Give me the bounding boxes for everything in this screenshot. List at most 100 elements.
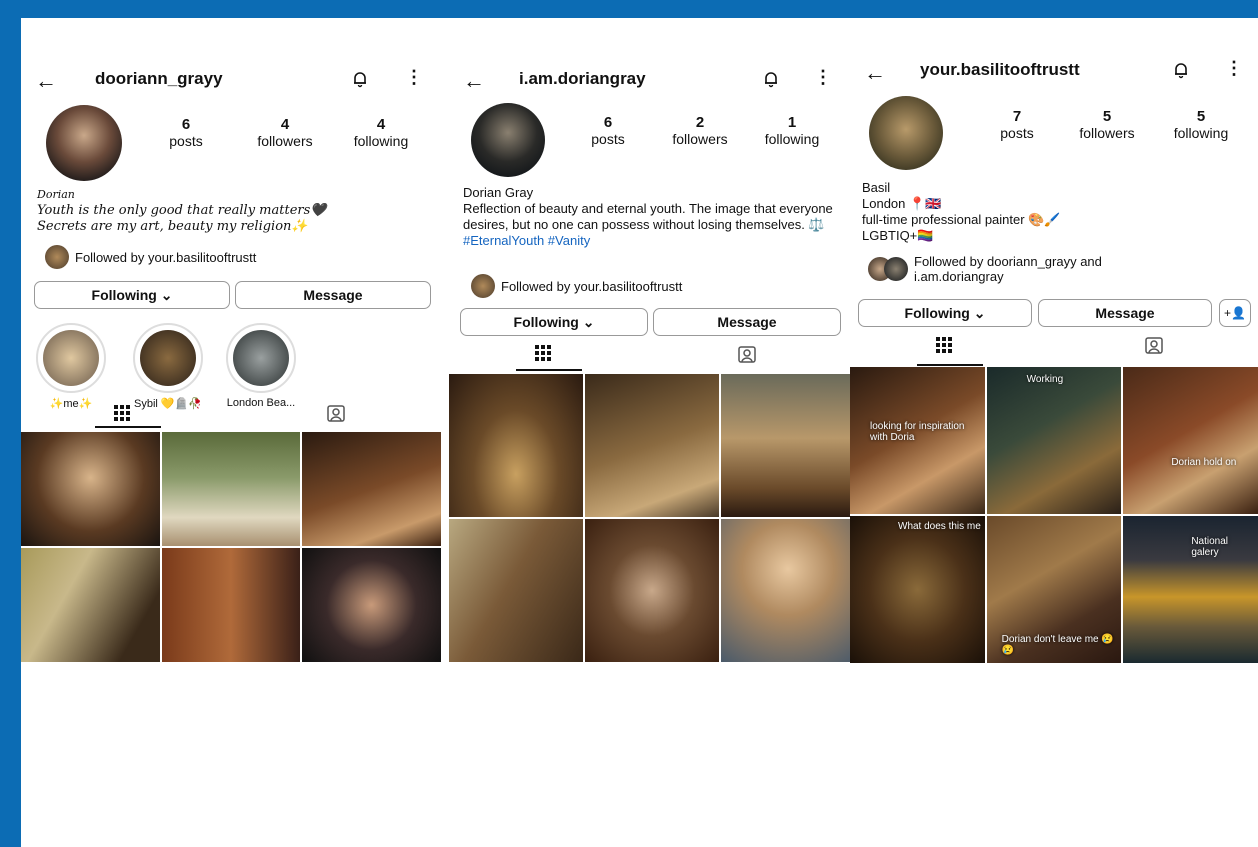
following-stat[interactable]: 5 following [1164,108,1238,141]
post-thumbnail[interactable] [449,519,583,662]
active-tab-indicator [516,369,582,371]
avatar[interactable] [471,103,545,177]
bio-name: Basil [862,180,891,195]
highlight-me[interactable]: ✨me✨ [35,323,107,410]
followed-by-text: Followed by dooriann_grayy and i.am.dori… [914,254,1102,284]
followed-by[interactable]: Followed by your.basilitooftrustt [471,274,682,298]
message-button[interactable]: Message [653,308,841,336]
post-caption: National galery [1191,536,1229,558]
following-button[interactable]: Following ⌄ [34,281,230,309]
bio-name: Dorian Gray [463,185,534,200]
post-caption: looking for inspiration with Doria [870,421,965,443]
profile-panel-i-am-doriangray: ← i.am.doriangray ⋮ 6 posts 2 followers 1f… [449,56,855,666]
profile-username: your.basilitooftrustt [920,60,1080,79]
bio: Basil London 📍🇬🇧 full-time professional … [862,180,1242,244]
tagged-icon[interactable] [326,403,356,423]
post-caption: Dorian don't leave me 😢😢 [1001,634,1114,656]
post-thumbnail[interactable] [302,432,441,546]
back-arrow-icon[interactable]: ← [35,70,57,92]
bio-line: Secrets are my art, beauty my religion✨ [37,219,308,234]
highlight-label: London Bea... [226,397,296,409]
message-button[interactable]: Message [235,281,431,309]
post-thumbnail[interactable] [302,548,441,662]
grid-icon[interactable] [113,404,143,422]
following-stat[interactable]: 1 following [756,114,828,147]
bell-icon[interactable] [762,70,780,88]
profile-username: dooriann_grayy [95,69,223,88]
posts-stat: 7 posts [1000,108,1034,141]
followers-stat[interactable]: 4 followers [249,116,321,149]
tagged-icon[interactable] [737,344,767,364]
followed-by-text: Followed by your.basilitooftrustt [75,249,257,265]
avatar[interactable] [869,96,943,170]
bio-name: Dorian [37,188,75,201]
bio: Dorian Youth is the only good that reall… [37,187,417,235]
mutual-avatar [45,245,69,269]
post-thumbnail[interactable] [21,432,160,546]
following-button[interactable]: Following ⌄ [460,308,648,336]
followers-stat[interactable]: 5 followers [1070,108,1144,141]
following-stat[interactable]: 4 following [346,116,416,149]
bio-text: Reflection of beauty and eternal youth. … [463,201,833,232]
post-thumbnail[interactable]: What does this me [850,516,985,663]
highlight-label: Sybil 💛🪦🥀 [134,398,202,410]
highlight-label: ✨me✨ [49,398,93,410]
post-grid [21,432,441,662]
message-button[interactable]: Message [1038,299,1212,327]
post-thumbnail[interactable]: Dorian don't leave me 😢😢 [986,516,1122,663]
post-thumbnail[interactable] [21,548,160,662]
tagged-icon[interactable] [1144,335,1174,355]
followed-by[interactable]: Followed by your.basilitooftrustt [45,245,256,269]
followed-by[interactable]: Followed by dooriann_grayy and i.am.dori… [868,254,1168,284]
mutual-avatar [471,274,495,298]
profile-username: i.am.doriangray [519,69,646,88]
active-tab-indicator [95,426,161,428]
post-thumbnail[interactable]: Working [986,367,1122,514]
active-tab-indicator [917,364,983,366]
post-grid [449,374,855,662]
bell-icon[interactable] [351,70,369,88]
back-arrow-icon[interactable]: ← [864,62,886,84]
post-thumbnail[interactable]: looking for inspiration with Doria [850,367,985,514]
add-person-button[interactable]: +👤 [1219,299,1251,327]
post-caption: What does this me [898,521,981,532]
collage-sheet: ← dooriann_grayy ⋮ 6 posts 4 followers 4 fo… [21,18,1258,847]
bio-line: London 📍🇬🇧 [862,196,942,211]
post-grid: looking for inspiration with Doria Worki… [850,367,1258,663]
followers-stat[interactable]: 2 followers [664,114,736,147]
post-thumbnail[interactable] [161,432,301,546]
highlight-london[interactable]: London Bea... [215,323,307,409]
posts-stat: 6 posts [591,114,625,147]
bio-line: Youth is the only good that really matte… [37,203,327,218]
mutual-avatar [884,257,908,281]
post-caption: Dorian hold on [1171,457,1237,468]
post-thumbnail[interactable] [449,374,583,517]
highlight-sybil[interactable]: Sybil 💛🪦🥀 [127,323,209,410]
post-caption: Working [1026,374,1064,385]
bell-icon[interactable] [1172,61,1190,79]
more-options-icon[interactable]: ⋮ [1225,59,1243,77]
mutual-avatars [868,257,908,281]
avatar[interactable] [46,105,122,181]
grid-icon[interactable] [534,344,564,362]
more-options-icon[interactable]: ⋮ [814,68,832,86]
grid-icon[interactable] [935,336,965,354]
profile-panel-basil: ← your.basilitooftrustt ⋮ 7 posts 5 follow… [850,48,1258,666]
back-arrow-icon[interactable]: ← [463,70,485,92]
post-thumbnail[interactable] [585,374,719,517]
bio: Dorian Gray Reflection of beauty and ete… [463,185,833,249]
more-options-icon[interactable]: ⋮ [405,68,423,86]
followed-by-text: Followed by your.basilitooftrustt [501,278,683,294]
post-thumbnail[interactable] [161,548,301,662]
bio-line: LGBTIQ+🏳️‍🌈 [862,228,934,243]
post-thumbnail[interactable]: Dorian hold on [1123,367,1258,514]
post-thumbnail[interactable] [585,519,719,662]
posts-stat: 6 posts [169,116,203,149]
post-thumbnail[interactable] [721,374,855,517]
bio-line: full-time professional painter 🎨🖌️ [862,212,1061,227]
post-thumbnail[interactable] [721,519,855,662]
post-thumbnail[interactable]: National galery [1123,516,1258,663]
following-button[interactable]: Following ⌄ [858,299,1032,327]
bio-hashtags[interactable]: #EternalYouth #Vanity [463,233,590,248]
profile-panel-dooriann: ← dooriann_grayy ⋮ 6 posts 4 followers 4 fo… [21,56,441,666]
